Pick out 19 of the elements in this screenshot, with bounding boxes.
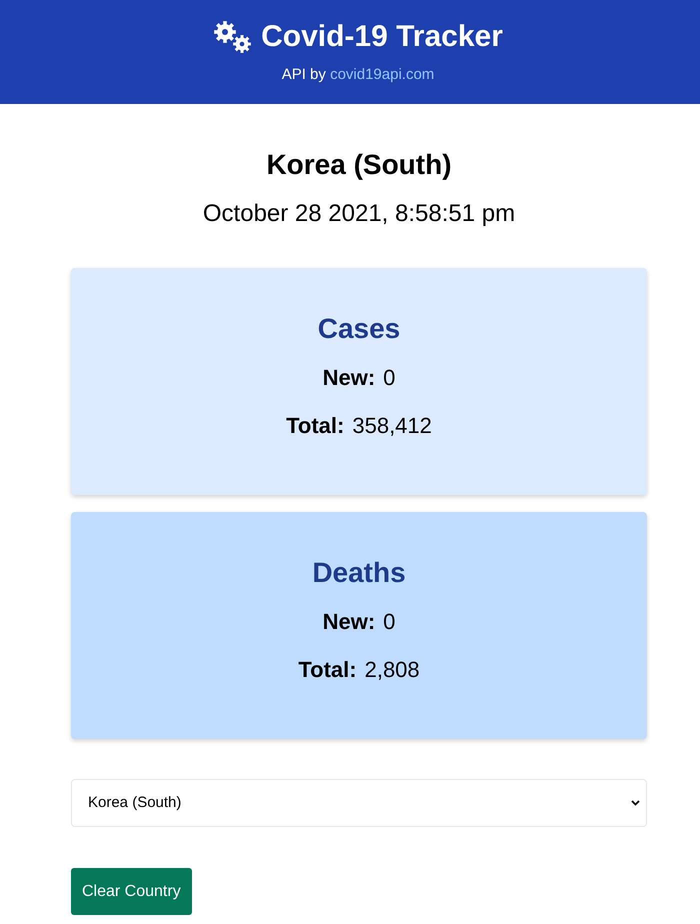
chevron-down-icon <box>631 800 640 806</box>
stat-label: Total: <box>286 412 344 440</box>
stat-value: 0 <box>383 608 396 636</box>
app-title: Covid-19 Tracker <box>261 19 503 55</box>
stat-label: New: <box>322 608 376 636</box>
stat-label: Total: <box>298 656 357 684</box>
update-timestamp: October 28 2021, 8:58:51 pm <box>202 199 516 229</box>
card-heading: Cases <box>318 312 400 346</box>
api-link[interactable]: covid19api.com <box>330 66 434 83</box>
gears-icon <box>213 21 252 53</box>
country-select[interactable]: Korea (South) <box>71 779 647 827</box>
stat-value: 0 <box>383 364 396 392</box>
api-credit: API by covid19api.com <box>282 65 434 85</box>
stat-value: 2,808 <box>364 656 420 684</box>
clear-country-button[interactable]: Clear Country <box>71 868 192 915</box>
stat-label: New: <box>322 364 376 392</box>
stat-value: 358,412 <box>352 412 432 440</box>
card-heading: Deaths <box>312 556 406 590</box>
country-name: Korea (South) <box>266 148 452 182</box>
